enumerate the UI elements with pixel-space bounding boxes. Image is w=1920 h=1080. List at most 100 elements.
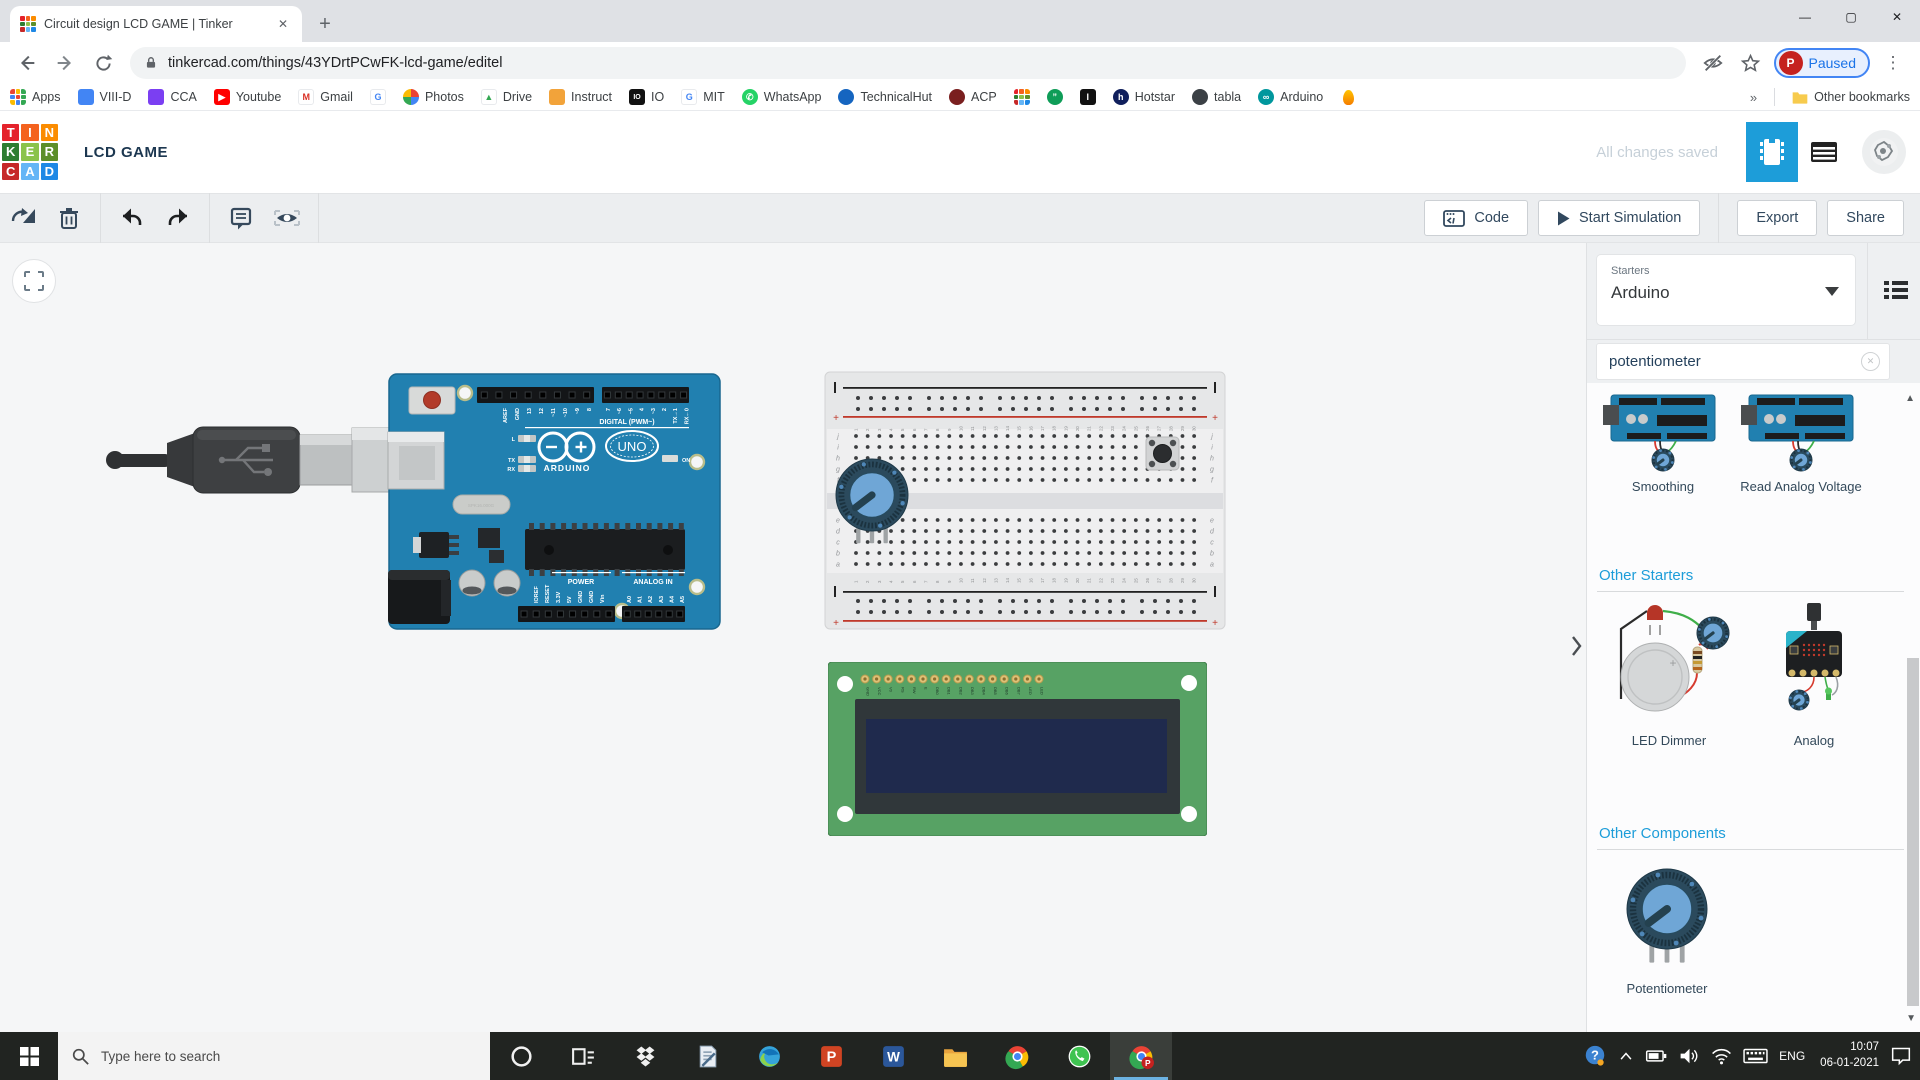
code-button[interactable]: Code	[1424, 200, 1528, 236]
bookmark-photos[interactable]: Photos	[403, 89, 464, 105]
bookmark-arduino[interactable]: ∞Arduino	[1258, 89, 1323, 105]
address-bar[interactable]: tinkercad.com/things/43YDrtPCwFK-lcd-gam…	[130, 47, 1686, 79]
taskbar-app-file-explorer-icon[interactable]	[924, 1032, 986, 1080]
bookmark-instruct[interactable]: Instruct	[549, 89, 612, 105]
tinkercad-logo[interactable]: TINKERCAD	[2, 124, 58, 180]
action-center-icon[interactable]	[1890, 1046, 1912, 1066]
component-search-input[interactable]	[1609, 353, 1861, 370]
component-card-potentiometer[interactable]: Potentiometer	[1597, 859, 1737, 997]
instruct-icon	[549, 89, 565, 105]
battery-icon[interactable]	[1645, 1047, 1668, 1065]
bookmark-iit-icon[interactable]: I	[1080, 89, 1096, 105]
starters-dropdown[interactable]: Starters Arduino	[1597, 255, 1855, 325]
taskbar-app-chrome-icon[interactable]	[986, 1032, 1048, 1080]
scroll-down-icon[interactable]: ▼	[1906, 1013, 1916, 1024]
circuit-canvas[interactable]: AREFGND1312~11~10~987~6~54~32TX→1RX←0DIG…	[0, 243, 1586, 1032]
user-avatar[interactable]	[1862, 130, 1906, 174]
export-button[interactable]: Export	[1737, 200, 1817, 236]
taskbar-app-notepad-icon[interactable]	[676, 1032, 738, 1080]
component-search[interactable]: ✕	[1597, 344, 1889, 379]
redo-button[interactable]	[155, 193, 201, 243]
new-tab-button[interactable]: +	[310, 9, 340, 39]
lcd-16x2-display[interactable]: GNDVCCV0RSRWEDB0DB1DB2DB3DB4DB5DB6DB7LED…	[828, 662, 1207, 836]
sidebar-scrollbar[interactable]	[1907, 658, 1919, 1006]
starter-card-analog[interactable]: Analog	[1755, 599, 1873, 749]
bookmark-firebase-icon[interactable]	[1340, 89, 1356, 105]
bookmark-cca[interactable]: CCA	[148, 89, 196, 105]
undo-button[interactable]	[109, 193, 155, 243]
bookmark-hotstar[interactable]: hHotstar	[1113, 89, 1175, 105]
tinkercad-icon	[1014, 89, 1030, 105]
taskbar-app-powerpoint-icon[interactable]: P	[800, 1032, 862, 1080]
starter-card-led-dimmer[interactable]: + LED Dimmer	[1593, 599, 1745, 749]
taskbar-clock[interactable]: 10:07 06-01-2021	[1820, 1040, 1879, 1071]
svg-text:V0: V0	[889, 687, 894, 693]
bookmark-youtube[interactable]: ▶Youtube	[214, 89, 281, 105]
bookmark-star-icon[interactable]	[1735, 47, 1767, 79]
taskbar-app-task-view-icon[interactable]	[552, 1032, 614, 1080]
breadboard[interactable]: ++++112233445566778899101011111212131314…	[825, 372, 1225, 629]
wifi-icon[interactable]	[1711, 1047, 1732, 1065]
get-help-icon[interactable]: ?	[1583, 1044, 1607, 1068]
bookmark-whatsapp[interactable]: ✆WhatsApp	[742, 89, 822, 105]
svg-text:+: +	[1212, 413, 1218, 424]
volume-icon[interactable]	[1679, 1047, 1700, 1065]
start-simulation-button[interactable]: Start Simulation	[1538, 200, 1700, 236]
taskbar-app-whatsapp-icon[interactable]	[1048, 1032, 1110, 1080]
bookmark-google-icon[interactable]: G	[370, 89, 386, 105]
usb-cable[interactable]	[105, 415, 410, 505]
bookmark-tinkercad-icon[interactable]	[1014, 89, 1030, 105]
starter-card-read-analog-voltage[interactable]: Read Analog Voltage	[1735, 389, 1867, 495]
language-indicator[interactable]: ENG	[1779, 1049, 1805, 1063]
taskbar-app-dropbox-icon[interactable]	[614, 1032, 676, 1080]
scroll-up-icon[interactable]: ▲	[1905, 393, 1915, 404]
taskbar-app-cortana-icon[interactable]	[490, 1032, 552, 1080]
notes-button[interactable]	[218, 193, 264, 243]
zoom-to-fit-button[interactable]	[12, 259, 56, 303]
touch-keyboard-icon[interactable]	[1743, 1047, 1768, 1065]
close-button[interactable]: ✕	[1874, 0, 1920, 34]
bookmark-viii-d[interactable]: VIII-D	[78, 89, 132, 105]
visibility-button[interactable]	[264, 193, 310, 243]
browser-menu-button[interactable]: ⋮	[1877, 47, 1909, 79]
svg-text:13: 13	[993, 426, 998, 431]
bookmark-apps[interactable]: Apps	[10, 89, 61, 105]
forward-button[interactable]	[49, 47, 81, 79]
back-button[interactable]	[11, 47, 43, 79]
taskbar-app-chrome-profile-icon[interactable]: P	[1110, 1032, 1172, 1080]
circuit-view-button[interactable]	[1746, 122, 1798, 182]
starter-card-smoothing[interactable]: Smoothing	[1597, 389, 1729, 495]
start-button[interactable]	[0, 1032, 58, 1080]
taskbar-app-word-icon[interactable]: W	[862, 1032, 924, 1080]
taskbar-app-edge-icon[interactable]	[738, 1032, 800, 1080]
arduino-uno-board[interactable]: AREFGND1312~11~10~987~6~54~32TX→1RX←0DIG…	[389, 374, 720, 629]
tray-expand-icon[interactable]	[1618, 1049, 1634, 1063]
browser-tab[interactable]: Circuit design LCD GAME | Tinker ✕	[10, 6, 302, 42]
component-list-toggle[interactable]	[1881, 275, 1911, 305]
bookmarks-overflow-chevron[interactable]: »	[1750, 90, 1757, 105]
eye-off-icon[interactable]	[1697, 47, 1729, 79]
sidebar-collapse-handle[interactable]	[1566, 626, 1586, 666]
bookmark-acp[interactable]: ACP	[949, 89, 997, 105]
bookmark-gmail[interactable]: MGmail	[298, 89, 353, 105]
minimize-button[interactable]: —	[1782, 0, 1828, 34]
bookmark-technicalhut[interactable]: TechnicalHut	[838, 89, 932, 105]
toolbar-divider	[1718, 193, 1719, 243]
rotate-button[interactable]	[0, 193, 46, 243]
profile-button[interactable]: P Paused	[1774, 48, 1870, 78]
bookmark-io[interactable]: IOIO	[629, 89, 664, 105]
refresh-button[interactable]	[87, 47, 119, 79]
other-bookmarks-button[interactable]: Other bookmarks	[1792, 90, 1910, 104]
design-title[interactable]: LCD GAME	[84, 144, 168, 161]
bookmark-tabla[interactable]: tabla	[1192, 89, 1241, 105]
tab-close-icon[interactable]: ✕	[274, 15, 292, 33]
taskbar-search[interactable]: Type here to search	[58, 1032, 490, 1080]
delete-button[interactable]	[46, 193, 92, 243]
clear-search-icon[interactable]: ✕	[1861, 352, 1880, 371]
bookmark-drive[interactable]: ▲Drive	[481, 89, 532, 105]
share-button[interactable]: Share	[1827, 200, 1904, 236]
bookmark-mit[interactable]: GMIT	[681, 89, 725, 105]
bookmark-hangouts-icon[interactable]: ”	[1047, 89, 1063, 105]
maximize-button[interactable]: ▢	[1828, 0, 1874, 34]
component-list-view-button[interactable]	[1798, 122, 1850, 182]
